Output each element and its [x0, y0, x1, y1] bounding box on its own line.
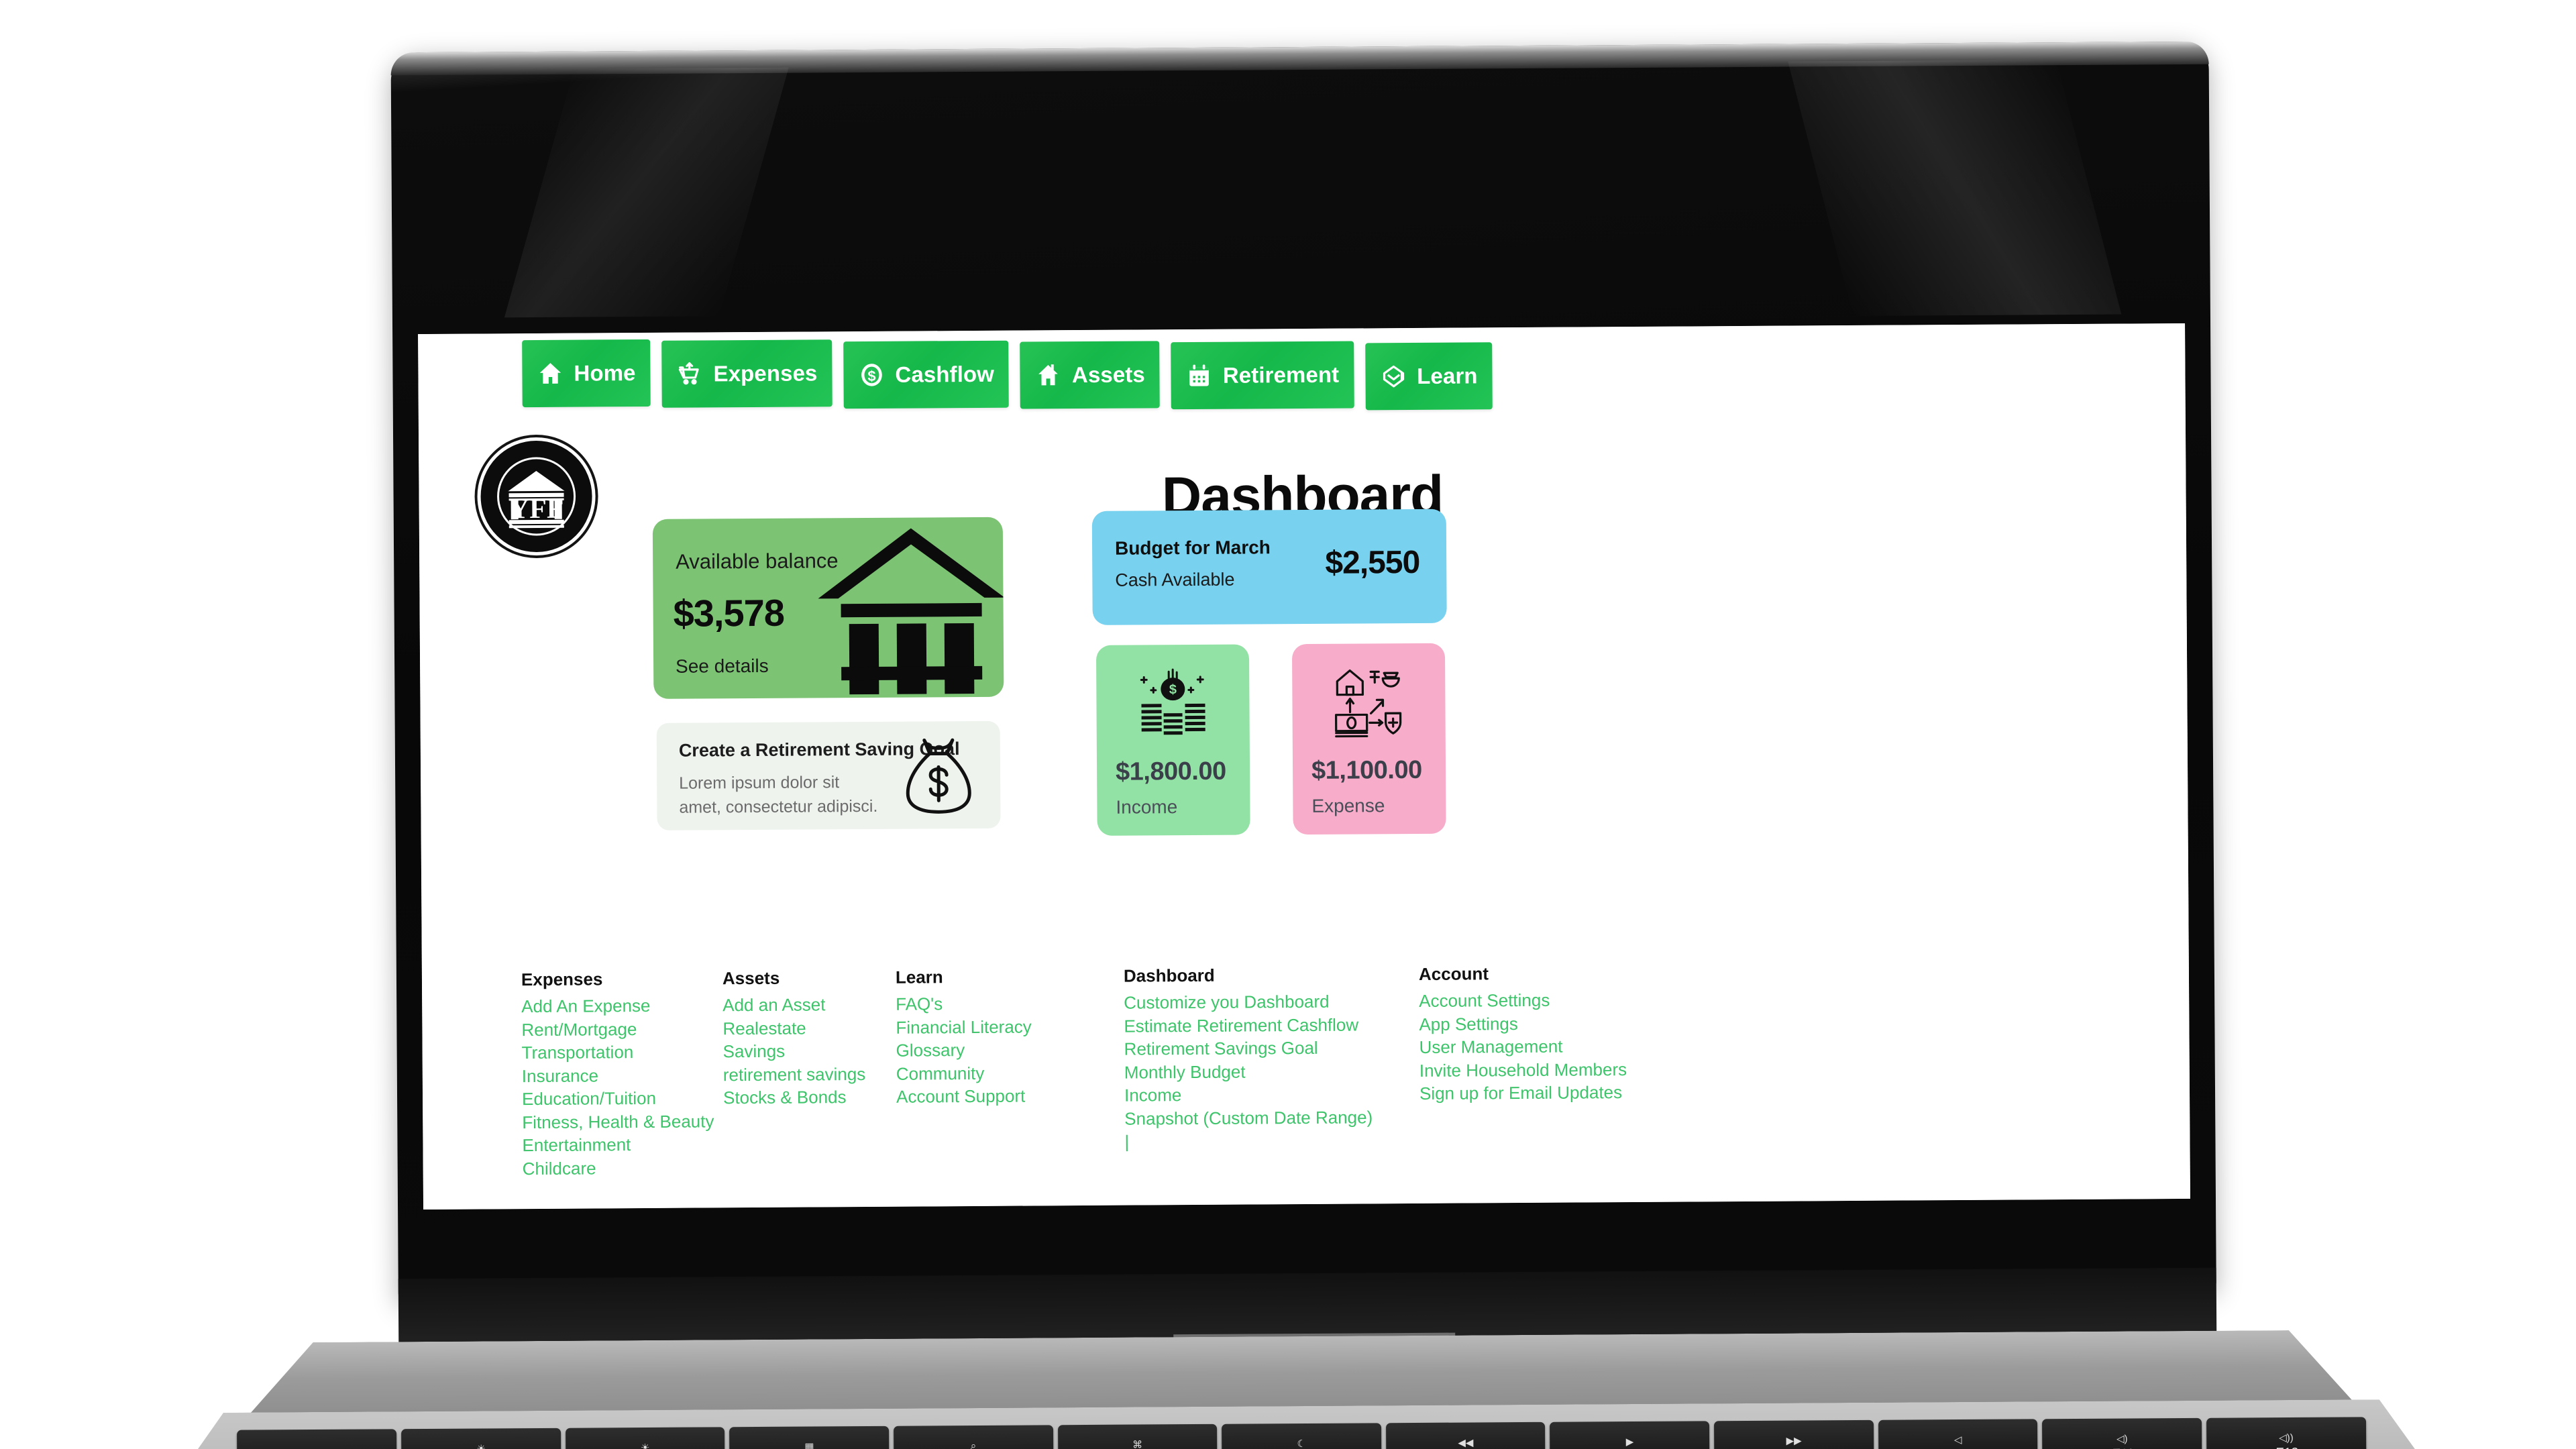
footer-link[interactable]: FAQ's: [896, 991, 1124, 1016]
see-details-link[interactable]: See details: [676, 655, 769, 678]
key-symbol: ☾: [1297, 1438, 1307, 1449]
income-label: Income: [1116, 796, 1178, 818]
lid-glare-left: [504, 67, 789, 318]
footer-column-expenses: Expenses Add An Expense Rent/Mortgage Tr…: [521, 968, 724, 1180]
income-amount: $1,800.00: [1115, 757, 1226, 786]
footer-column-assets: Assets Add an Asset Realestate Savings r…: [722, 967, 897, 1179]
footer-link[interactable]: Savings: [723, 1039, 896, 1063]
footer-link[interactable]: Financial Literacy: [896, 1014, 1124, 1039]
keyboard-key[interactable]: ☀F2: [566, 1427, 725, 1449]
goal-description: Lorem ipsum dolor sit amet, consectetur …: [679, 773, 878, 817]
dashboard-page: Home Expenses $ Cashflow Assets Retireme…: [418, 323, 2191, 1210]
lid-glare-right: [1788, 60, 2122, 316]
money-bag-icon: [902, 736, 975, 816]
key-symbol: ☀: [476, 1444, 486, 1449]
expense-amount: $1,100.00: [1311, 755, 1422, 785]
footer-link[interactable]: Invite Household Members: [1419, 1057, 1688, 1082]
footer-link[interactable]: Realestate: [722, 1016, 896, 1040]
budget-card[interactable]: Budget for March Cash Available $2,550: [1091, 508, 1447, 625]
keyboard-key[interactable]: ◁F10: [1878, 1419, 2038, 1449]
footer-link[interactable]: Glossary: [896, 1038, 1124, 1063]
key-symbol: ⌕: [970, 1440, 977, 1449]
footer-link[interactable]: Account Settings: [1419, 988, 1687, 1013]
key-symbol: ☀: [640, 1442, 650, 1449]
footer-link[interactable]: Entertainment: [522, 1133, 723, 1157]
footer-column-account: Account Account Settings App Settings Us…: [1419, 963, 1688, 1175]
laptop-mockup: Home Expenses $ Cashflow Assets Retireme…: [374, 35, 2234, 1449]
budget-amount: $2,550: [1325, 544, 1420, 581]
footer-column-dashboard: Dashboard Customize you Dashboard Estima…: [1124, 964, 1420, 1177]
expense-label: Expense: [1311, 795, 1385, 816]
footer-link[interactable]: Add an Asset: [722, 993, 896, 1017]
key-symbol: ◁): [2116, 1433, 2128, 1445]
footer-link[interactable]: Childcare: [523, 1156, 724, 1180]
key-symbol: ◁)): [2279, 1432, 2294, 1444]
keyboard-key[interactable]: ▶F8: [1550, 1421, 1709, 1449]
keyboard-key[interactable]: ▶▶F9: [1714, 1420, 1874, 1449]
footer-heading: Expenses: [521, 969, 603, 990]
retirement-saving-goal-card[interactable]: Create a Retirement Saving Goal Lorem ip…: [656, 720, 1001, 830]
keyboard-key[interactable]: ◁))F12: [2206, 1417, 2366, 1449]
footer-link[interactable]: Fitness, Health & Beauty: [522, 1110, 723, 1134]
budget-subtitle: Cash Available: [1115, 569, 1235, 590]
footer-link[interactable]: Rent/Mortgage: [521, 1017, 722, 1041]
footer-link[interactable]: Income: [1124, 1082, 1419, 1107]
footer-link[interactable]: Snapshot (Custom Date Range): [1124, 1106, 1419, 1130]
footer-link[interactable]: App Settings: [1419, 1011, 1687, 1036]
income-card[interactable]: $ $1,800.00 Income: [1095, 644, 1250, 836]
footer-heading: Learn: [895, 967, 943, 987]
footer-link[interactable]: Stocks & Bonds: [723, 1085, 896, 1110]
key-symbol: ▦: [804, 1441, 814, 1449]
keyboard-key[interactable]: ◁)F11: [2042, 1418, 2202, 1449]
expense-card[interactable]: $1,100.00 Expense: [1291, 643, 1446, 835]
site-footer: Expenses Add An Expense Rent/Mortgage Tr…: [521, 963, 1688, 1181]
footer-heading: Dashboard: [1123, 965, 1215, 986]
keyboard-key[interactable]: ☾F6: [1222, 1423, 1381, 1449]
footer-link[interactable]: Account Support: [896, 1084, 1124, 1109]
screenshot-root: Home Expenses $ Cashflow Assets Retireme…: [0, 0, 2576, 1449]
key-symbol: ◀◀: [1458, 1437, 1474, 1449]
footer-heading: Assets: [722, 967, 780, 989]
footer-link[interactable]: Sign up for Email Updates: [1419, 1081, 1688, 1106]
key-symbol: ⌘: [1132, 1439, 1143, 1449]
keyboard-key[interactable]: ◀◀F7: [1386, 1422, 1546, 1449]
keyboard-key[interactable]: ⌘F5: [1058, 1424, 1218, 1449]
key-symbol: ◁: [1953, 1434, 1962, 1446]
footer-link[interactable]: Transportation: [522, 1040, 723, 1064]
footer-heading: Account: [1418, 963, 1489, 984]
available-balance-amount: $3,578: [673, 591, 785, 635]
key-symbol: ▶: [1625, 1436, 1634, 1448]
footer-link[interactable]: Education/Tuition: [522, 1087, 723, 1111]
budget-title: Budget for March: [1114, 537, 1271, 559]
footer-link[interactable]: User Management: [1419, 1034, 1688, 1059]
bank-building-icon: [814, 523, 1004, 696]
footer-link[interactable]: Estimate Retirement Cashflow: [1124, 1013, 1419, 1038]
footer-link[interactable]: Community: [896, 1061, 1124, 1085]
key-label: F11: [2111, 1446, 2133, 1449]
svg-text:$: $: [1169, 682, 1177, 697]
footer-link[interactable]: Add An Expense: [521, 994, 722, 1018]
laptop-lid: Home Expenses $ Cashflow Assets Retireme…: [390, 41, 2216, 1301]
coin-growth-icon: $: [1133, 665, 1213, 739]
footer-link[interactable]: |: [1124, 1128, 1419, 1153]
keyboard-key[interactable]: ⌕F4: [894, 1425, 1053, 1449]
footer-link[interactable]: Insurance: [522, 1063, 723, 1087]
key-symbol: ▶▶: [1786, 1435, 1802, 1447]
footer-link[interactable]: Monthly Budget: [1124, 1059, 1419, 1084]
footer-link[interactable]: retirement savings: [723, 1062, 896, 1086]
footer-column-learn: Learn FAQ's Financial Literacy Glossary …: [896, 966, 1125, 1179]
footer-link[interactable]: Retirement Savings Goal: [1124, 1036, 1419, 1061]
laptop-screen: Home Expenses $ Cashflow Assets Retireme…: [418, 323, 2191, 1210]
keyboard-key[interactable]: esc: [237, 1429, 397, 1449]
lid-top-edge: [390, 41, 2209, 76]
keyboard-function-row: esc☀F1☀F2▦F3⌕F4⌘F5☾F6◀◀F7▶F8▶▶F9◁F10◁)F1…: [237, 1417, 2367, 1449]
keyboard-key[interactable]: ▦F3: [729, 1426, 889, 1449]
available-balance-card[interactable]: Available balance $3,578 See details: [652, 517, 1004, 699]
keyboard-key[interactable]: ☀F1: [401, 1428, 561, 1449]
key-label: F12: [2275, 1445, 2298, 1449]
footer-link[interactable]: Customize you Dashboard: [1124, 989, 1419, 1014]
spending-categories-icon: [1329, 663, 1409, 738]
